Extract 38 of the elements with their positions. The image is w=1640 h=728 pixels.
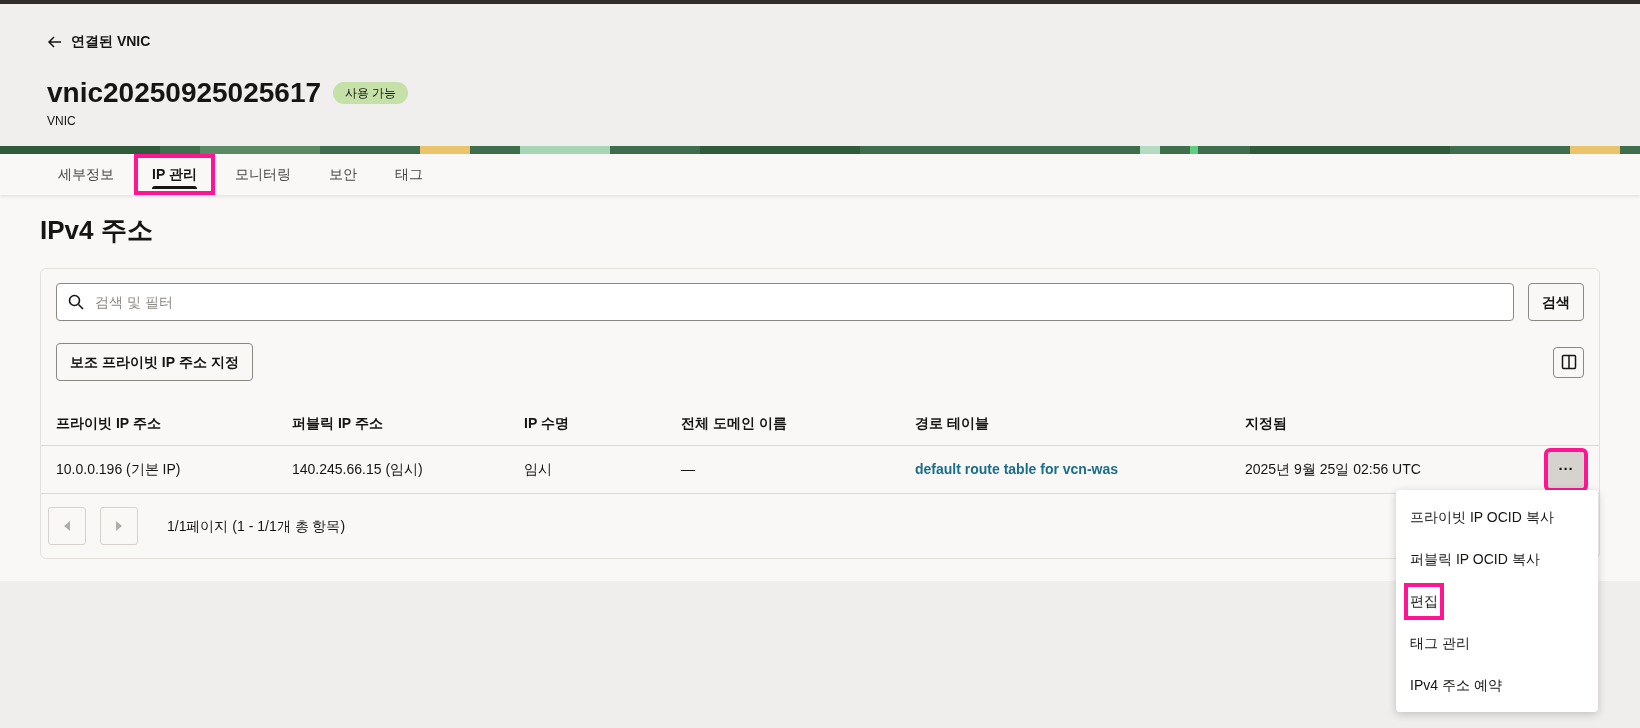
caret-left-icon <box>63 521 71 531</box>
menu-item[interactable]: 프라이빗 IP OCID 복사 <box>1408 502 1556 532</box>
route-table-link[interactable]: default route table for vcn-was <box>915 459 1245 480</box>
arrow-left-icon <box>47 33 63 50</box>
next-page-button[interactable] <box>100 507 138 545</box>
columns-icon <box>1560 354 1577 370</box>
section-title: IPv4 주소 <box>40 214 154 247</box>
assign-ip-button[interactable]: 보조 프라이빗 IP 주소 지정 <box>56 343 253 381</box>
tab[interactable]: 모니터링 <box>216 154 309 195</box>
search-field[interactable]: 검색 및 필터 <box>56 283 1514 321</box>
status-badge: 사용 가능 <box>333 81 409 104</box>
table-cell-text: — <box>681 460 696 479</box>
previous-page-button[interactable] <box>48 507 86 545</box>
table-cell-text: 임시 <box>524 460 553 479</box>
column-header: 퍼블릭 IP 주소 <box>292 413 384 433</box>
menu-item[interactable]: 태그 관리 <box>1408 628 1472 658</box>
menu-item[interactable]: IPv4 주소 예약 <box>1408 670 1504 700</box>
tab[interactable]: 보안 <box>310 154 375 195</box>
column-header: IP 수명 <box>524 413 570 433</box>
tab[interactable]: IP 관리 <box>134 154 215 195</box>
column-header: 지정됨 <box>1245 413 1288 433</box>
table-cell-text: 2025년 9월 25일 02:56 UTC <box>1245 460 1422 479</box>
resource-type: VNIC <box>47 112 77 130</box>
search-icon <box>68 294 84 310</box>
pagination-summary: 1/1페이지 (1 - 1/1개 총 항목) <box>167 516 346 536</box>
column-header: 전체 도메인 이름 <box>681 413 788 433</box>
column-header: 경로 테이블 <box>915 413 990 433</box>
search-button[interactable]: 검색 <box>1528 283 1584 321</box>
back-link[interactable]: 연결된 VNIC <box>47 31 151 52</box>
caret-right-icon <box>115 521 123 531</box>
table-cell-text: 10.0.0.196 (기본 IP) <box>56 460 182 479</box>
page-title: vnic20250925025617 <box>47 75 322 110</box>
table-cell-text: 140.245.66.15 (임시) <box>292 460 424 479</box>
menu-item[interactable]: 퍼블릭 IP OCID 복사 <box>1408 544 1542 574</box>
column-header: 프라이빗 IP 주소 <box>56 413 162 433</box>
tab[interactable]: 태그 <box>376 154 441 195</box>
tab[interactable]: 세부정보 <box>40 154 132 195</box>
column-toggle-button[interactable] <box>1553 346 1584 378</box>
